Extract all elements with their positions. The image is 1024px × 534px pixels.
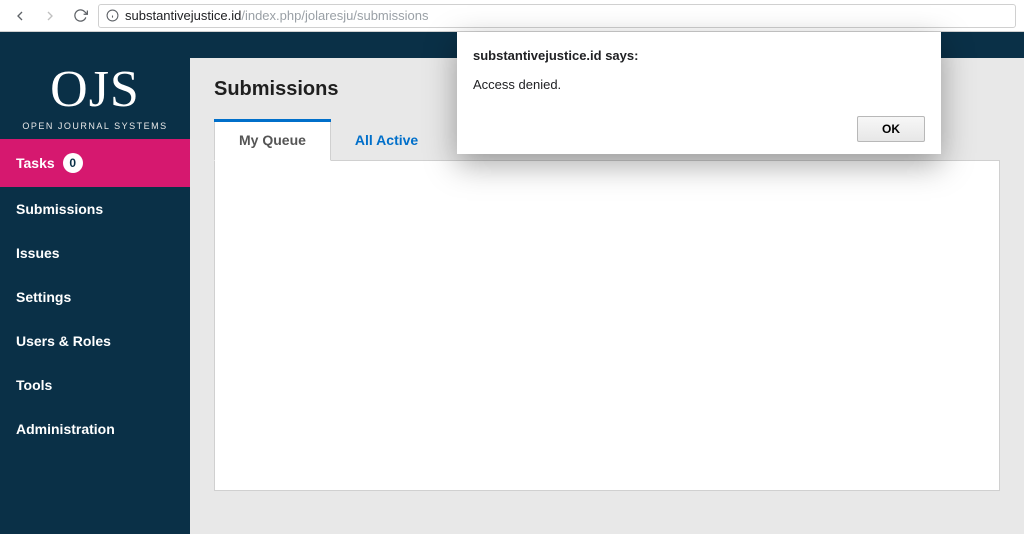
dialog-title: substantivejustice.id says: — [473, 48, 925, 63]
sidebar-item-administration[interactable]: Administration — [0, 407, 190, 451]
back-button[interactable] — [8, 4, 32, 28]
tab-content — [214, 161, 1000, 491]
sidebar-item-label: Tasks — [16, 155, 55, 171]
alert-dialog: substantivejustice.id says: Access denie… — [457, 32, 941, 154]
sidebar-item-label: Tools — [16, 377, 52, 393]
sidebar-item-label: Settings — [16, 289, 71, 305]
logo-tagline: OPEN JOURNAL SYSTEMS — [10, 121, 180, 131]
sidebar-item-submissions[interactable]: Submissions — [0, 187, 190, 231]
dialog-message: Access denied. — [473, 77, 925, 92]
sidebar-item-label: Administration — [16, 421, 115, 437]
browser-toolbar: substantivejustice.id/index.php/jolaresj… — [0, 0, 1024, 32]
url-path: /index.php/jolaresju/submissions — [241, 8, 428, 23]
dialog-actions: OK — [473, 116, 925, 142]
sidebar-item-users-roles[interactable]: Users & Roles — [0, 319, 190, 363]
brand-logo: OJS OPEN JOURNAL SYSTEMS — [0, 32, 190, 139]
forward-button[interactable] — [38, 4, 62, 28]
logo-text: OJS — [10, 60, 180, 119]
tab-my-queue[interactable]: My Queue — [214, 119, 331, 161]
url-host: substantivejustice.id — [125, 8, 241, 23]
sidebar-item-label: Issues — [16, 245, 60, 261]
sidebar-item-issues[interactable]: Issues — [0, 231, 190, 275]
dialog-ok-button[interactable]: OK — [857, 116, 925, 142]
tab-label: My Queue — [239, 132, 306, 148]
reload-button[interactable] — [68, 4, 92, 28]
sidebar-item-label: Users & Roles — [16, 333, 111, 349]
sidebar: OJS OPEN JOURNAL SYSTEMS Tasks 0 Submiss… — [0, 32, 190, 534]
tab-all-active[interactable]: All Active — [331, 120, 442, 160]
sidebar-item-tasks[interactable]: Tasks 0 — [0, 139, 190, 187]
tasks-count-badge: 0 — [63, 153, 83, 173]
address-bar[interactable]: substantivejustice.id/index.php/jolaresj… — [98, 4, 1016, 28]
sidebar-item-settings[interactable]: Settings — [0, 275, 190, 319]
tab-label: All Active — [355, 132, 418, 148]
sidebar-item-label: Submissions — [16, 201, 103, 217]
sidebar-item-tools[interactable]: Tools — [0, 363, 190, 407]
site-info-icon[interactable] — [105, 9, 119, 23]
